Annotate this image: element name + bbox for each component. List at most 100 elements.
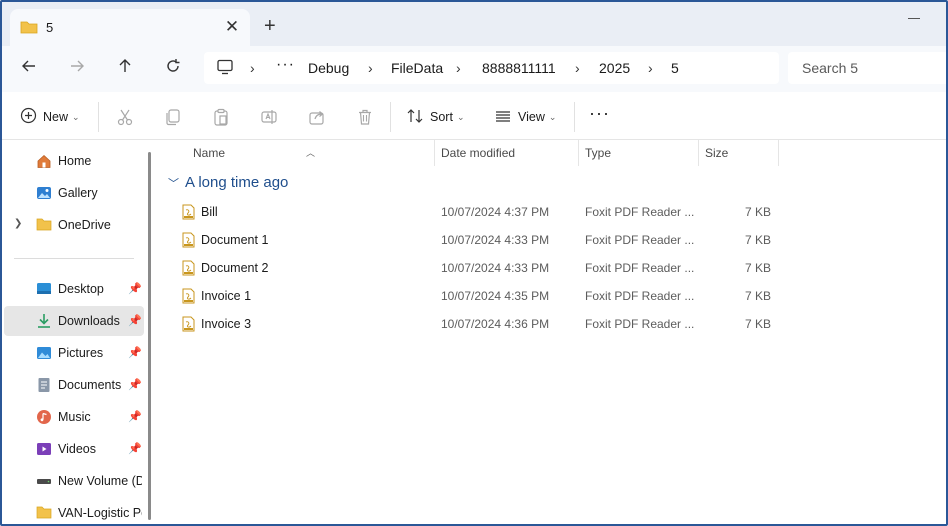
- table-row[interactable]: Bill 10/07/2024 4:37 PM Foxit PDF Reader…: [176, 198, 776, 226]
- chevron-right-icon[interactable]: ›: [575, 60, 580, 76]
- column-name-label: Name: [193, 146, 226, 160]
- pin-icon[interactable]: 📌: [128, 410, 142, 423]
- folder-icon: [36, 217, 52, 233]
- delete-icon[interactable]: [356, 106, 374, 128]
- file-name: Invoice 1: [201, 289, 252, 303]
- sort-button[interactable]: Sort ⌄: [406, 106, 464, 128]
- up-icon[interactable]: [114, 58, 136, 80]
- chevron-down-icon: ﹀: [168, 177, 179, 190]
- sidebar-item-onedrive[interactable]: ❯ OneDrive: [2, 210, 142, 240]
- breadcrumb-overflow-button[interactable]: ···: [276, 56, 295, 74]
- new-button[interactable]: New ⌄: [20, 106, 80, 128]
- folder-icon: [36, 505, 52, 521]
- pin-icon[interactable]: 📌: [128, 378, 142, 391]
- navigation-bar: › ··· Debug › FileData › 8888811111 › 20…: [2, 46, 946, 92]
- close-tab-icon[interactable]: ✕: [222, 17, 242, 37]
- breadcrumb-8888811111[interactable]: 8888811111: [482, 60, 556, 76]
- computer-icon[interactable]: [216, 59, 234, 78]
- command-bar: New ⌄ Sort ⌄ View ⌄ ···: [2, 92, 946, 140]
- table-row[interactable]: Document 2 10/07/2024 4:33 PM Foxit PDF …: [176, 254, 776, 282]
- sidebar-item-videos[interactable]: Videos 📌: [2, 434, 142, 464]
- divider: [390, 102, 391, 132]
- chevron-right-icon[interactable]: ❯: [14, 218, 22, 229]
- column-header-type[interactable]: Type: [579, 140, 698, 166]
- sidebar-item-label: Home: [58, 154, 92, 168]
- column-divider[interactable]: [778, 140, 779, 166]
- breadcrumb-2025[interactable]: 2025: [599, 60, 630, 76]
- file-size: 7 KB: [744, 289, 771, 303]
- tab-current[interactable]: 5 ✕: [10, 9, 250, 46]
- copy-icon[interactable]: [164, 106, 182, 128]
- column-header-date[interactable]: Date modified: [435, 140, 578, 166]
- pin-icon[interactable]: 📌: [128, 314, 142, 327]
- search-box[interactable]: Search 5: [788, 52, 946, 84]
- chevron-down-icon: ⌄: [548, 111, 557, 122]
- navigation-pane: Home Gallery ❯ OneDrive Desktop 📌 Downlo…: [2, 140, 150, 524]
- breadcrumb-debug[interactable]: Debug: [308, 60, 349, 76]
- sidebar-item-label: New Volume (D:: [58, 474, 142, 488]
- divider: [98, 102, 99, 132]
- sidebar-item-van-logistic[interactable]: VAN-Logistic Pc: [2, 498, 142, 524]
- sidebar-item-label: VAN-Logistic Pc: [58, 506, 142, 520]
- file-type: Foxit PDF Reader ...: [585, 233, 695, 247]
- column-size-label: Size: [705, 146, 729, 160]
- search-input[interactable]: Search 5: [802, 60, 858, 76]
- file-type: Foxit PDF Reader ...: [585, 261, 695, 275]
- file-name: Bill: [201, 205, 218, 219]
- column-date-label: Date modified: [441, 146, 516, 160]
- column-header-name[interactable]: ︿ Name: [160, 140, 434, 166]
- file-name: Document 1: [201, 233, 269, 247]
- chevron-right-icon[interactable]: ›: [368, 60, 373, 76]
- chevron-right-icon[interactable]: ›: [648, 60, 653, 76]
- new-tab-button[interactable]: +: [264, 16, 276, 36]
- sidebar-item-downloads[interactable]: Downloads 📌: [4, 306, 144, 336]
- cut-icon[interactable]: [116, 106, 134, 128]
- sidebar-item-documents[interactable]: Documents 📌: [2, 370, 142, 400]
- paste-icon[interactable]: [212, 106, 230, 128]
- home-icon: [36, 153, 52, 169]
- sidebar-item-desktop[interactable]: Desktop 📌: [2, 274, 142, 304]
- sort-icon: [406, 107, 424, 128]
- documents-icon: [36, 377, 52, 393]
- forward-icon[interactable]: [66, 58, 88, 80]
- back-icon[interactable]: [18, 58, 40, 80]
- sidebar-item-music[interactable]: Music 📌: [2, 402, 142, 432]
- sidebar-item-home[interactable]: Home: [2, 146, 142, 176]
- pin-icon[interactable]: 📌: [128, 282, 142, 295]
- pin-icon[interactable]: 📌: [128, 346, 142, 359]
- file-explorer-window: 5 ✕ + › ··· Debug › FileData › 888881111…: [0, 0, 948, 526]
- sidebar-scrollbar[interactable]: [148, 152, 151, 520]
- group-label: A long time ago: [185, 174, 289, 191]
- new-label: New: [43, 110, 69, 124]
- table-row[interactable]: Invoice 1 10/07/2024 4:35 PM Foxit PDF R…: [176, 282, 776, 310]
- address-bar[interactable]: › ··· Debug › FileData › 8888811111 › 20…: [204, 52, 779, 84]
- rename-icon[interactable]: [260, 106, 278, 128]
- column-header-size[interactable]: Size: [699, 140, 778, 166]
- sidebar-item-pictures[interactable]: Pictures 📌: [2, 338, 142, 368]
- divider: [14, 258, 134, 259]
- download-icon: [36, 313, 52, 329]
- more-options-icon[interactable]: ···: [589, 102, 610, 124]
- sort-ascending-icon: ︿: [306, 148, 316, 158]
- minimize-button[interactable]: [908, 18, 920, 19]
- file-date: 10/07/2024 4:36 PM: [441, 317, 550, 331]
- chevron-right-icon[interactable]: ›: [456, 60, 461, 76]
- chevron-right-icon[interactable]: ›: [250, 60, 255, 76]
- view-button[interactable]: View ⌄: [494, 106, 556, 128]
- table-row[interactable]: Document 1 10/07/2024 4:33 PM Foxit PDF …: [176, 226, 776, 254]
- desktop-icon: [36, 281, 52, 297]
- breadcrumb-filedata[interactable]: FileData: [391, 60, 443, 76]
- share-icon[interactable]: [308, 106, 326, 128]
- file-date: 10/07/2024 4:37 PM: [441, 205, 550, 219]
- sidebar-item-gallery[interactable]: Gallery: [2, 178, 142, 208]
- breadcrumb-5[interactable]: 5: [671, 60, 679, 76]
- pdf-file-icon: [182, 260, 195, 279]
- group-header[interactable]: ﹀ A long time ago: [168, 174, 288, 191]
- refresh-icon[interactable]: [162, 58, 184, 80]
- sidebar-item-new-volume[interactable]: New Volume (D:: [2, 466, 142, 496]
- sidebar-item-label: OneDrive: [58, 218, 111, 232]
- drive-icon: [36, 473, 52, 489]
- pin-icon[interactable]: 📌: [128, 442, 142, 455]
- table-row[interactable]: Invoice 3 10/07/2024 4:36 PM Foxit PDF R…: [176, 310, 776, 338]
- file-size: 7 KB: [744, 261, 771, 275]
